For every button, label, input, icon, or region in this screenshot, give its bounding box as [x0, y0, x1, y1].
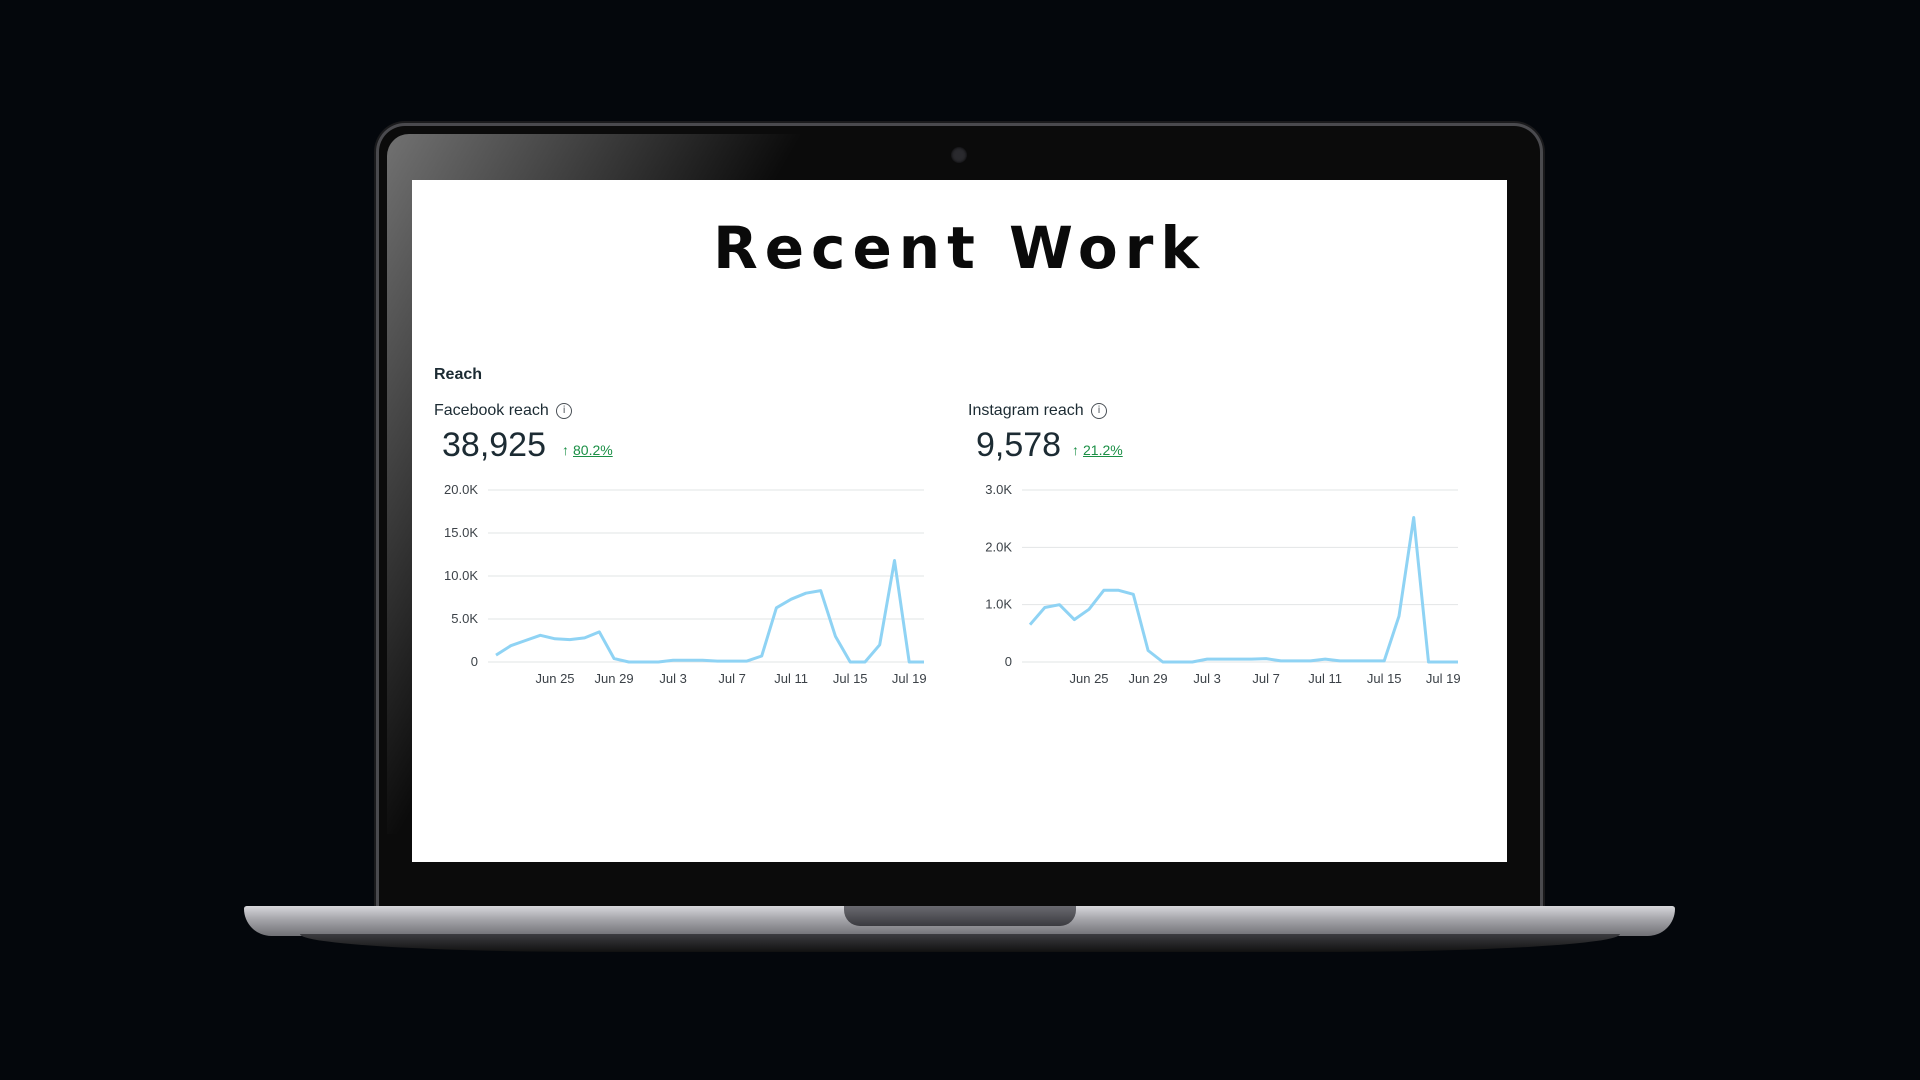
page-title: Recent Work: [713, 214, 1206, 282]
x-tick-label: Jul 7: [1252, 671, 1279, 686]
metric-value: 38,925: [442, 426, 546, 464]
metric-value: 9,578: [976, 426, 1062, 464]
facebook-reach-chart: 0 5.0K 10.0K 15.0K 20.0K Jun 25 Jun 29 Jul 3 Jul…: [444, 482, 927, 686]
panel-label: Facebook reach i: [434, 402, 573, 420]
x-tick-label: Jun 29: [1129, 671, 1168, 686]
panel-label-text: Instagram reach: [968, 402, 1084, 419]
x-tick-label: Jul 15: [1367, 671, 1402, 686]
panel-label-text: Facebook reach: [434, 402, 549, 419]
x-tick-label: Jul 19: [1426, 671, 1461, 686]
y-tick-label: 10.0K: [444, 568, 478, 583]
metric-delta[interactable]: ↑ 80.2%: [562, 442, 613, 458]
y-tick-label: 2.0K: [985, 539, 1012, 554]
x-tick-label: Jul 3: [659, 671, 686, 686]
metric-delta[interactable]: ↑ 21.2%: [1072, 442, 1123, 458]
x-tick-label: Jul 11: [774, 671, 808, 686]
info-icon[interactable]: i: [1091, 402, 1108, 419]
x-tick-label: Jun 25: [536, 671, 575, 686]
y-tick-label: 15.0K: [444, 525, 478, 540]
series-line: [1028, 516, 1458, 664]
y-tick-label: 20.0K: [444, 482, 478, 497]
x-tick-label: Jul 15: [833, 671, 868, 686]
instagram-reach-chart: 0 1.0K 2.0K 3.0K Jun 25 Jun 29 Jul 3 Jul 7 Jul 1…: [985, 482, 1461, 686]
webcam-icon: [951, 147, 967, 163]
x-tick-label: Jun 25: [1070, 671, 1109, 686]
x-tick-label: Jul 11: [1308, 671, 1342, 686]
x-tick-label: Jul 7: [718, 671, 745, 686]
panel-label: Instagram reach i: [968, 402, 1108, 420]
laptop-opening-notch: [844, 906, 1076, 926]
section-label: Reach: [434, 366, 483, 383]
y-tick-label: 5.0K: [451, 611, 478, 626]
arrow-up-icon: ↑: [562, 442, 569, 458]
delta-percent: 80.2%: [573, 442, 613, 458]
facebook-reach-panel: Facebook reach i 38,925 ↑ 80.2% 0 5.0K 10.0…: [434, 402, 934, 732]
delta-percent: 21.2%: [1083, 442, 1123, 458]
laptop-screen: Recent Work Reach Facebook reach i 38,92…: [412, 180, 1507, 862]
laptop-base-shadow: [300, 934, 1620, 952]
y-tick-label: 1.0K: [985, 597, 1012, 612]
instagram-reach-panel: Instagram reach i 9,578 ↑ 21.2% 0 1.0K 2.0K…: [968, 402, 1468, 732]
x-tick-label: Jul 3: [1193, 671, 1220, 686]
arrow-up-icon: ↑: [1072, 442, 1079, 458]
y-tick-label: 0: [1005, 654, 1012, 669]
x-tick-label: Jun 29: [595, 671, 634, 686]
info-icon[interactable]: i: [556, 402, 573, 419]
y-tick-label: 3.0K: [985, 482, 1012, 497]
y-tick-label: 0: [471, 654, 478, 669]
x-tick-label: Jul 19: [892, 671, 927, 686]
